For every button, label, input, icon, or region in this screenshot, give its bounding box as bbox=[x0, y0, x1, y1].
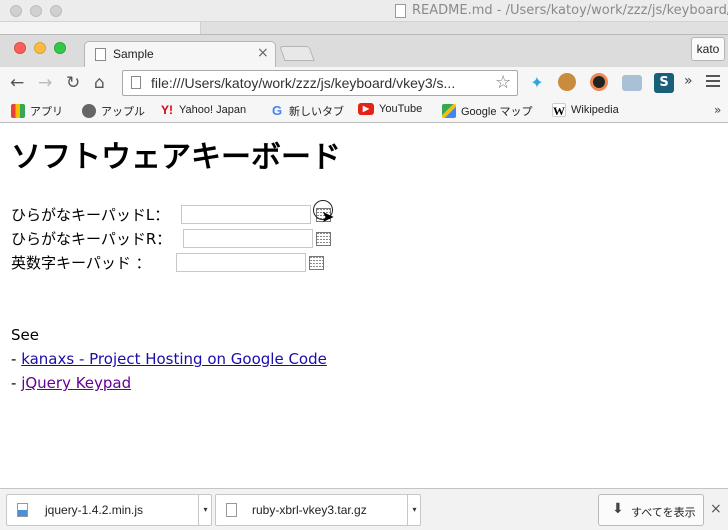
bookmark-youtube[interactable]: ▶ YouTube bbox=[358, 103, 422, 115]
page-heading: ソフトウェアキーボード bbox=[11, 140, 341, 175]
window-controls bbox=[14, 42, 66, 54]
kanaxs-link[interactable]: kanaxs - Project Hosting on Google Code bbox=[21, 350, 327, 368]
download-item-ruby-xbrl[interactable]: ruby-xbrl-vkey3.tar.gz ▾ bbox=[215, 494, 421, 526]
field-label-alphanumeric: 英数字キーパッド ： bbox=[11, 254, 151, 272]
google-icon: G bbox=[271, 103, 283, 118]
bookmark-wikipedia[interactable]: W Wikipedia bbox=[552, 103, 619, 118]
tab-strip: Sample × kato bbox=[0, 35, 728, 67]
see-label: See bbox=[11, 326, 39, 344]
page-content: ソフトウェアキーボード ひらがなキーパッドL： ひらがなキーパッドR： 英数字キ… bbox=[0, 124, 728, 488]
show-all-label: すべてを表示 bbox=[631, 506, 696, 519]
hiragana-r-input[interactable] bbox=[183, 229, 313, 248]
background-minimize-dot bbox=[30, 5, 42, 17]
extensions-overflow-icon[interactable]: » bbox=[684, 73, 693, 89]
s-extension-icon[interactable]: S bbox=[654, 73, 674, 93]
link-row-kanaxs: - kanaxs - Project Hosting on Google Cod… bbox=[11, 350, 327, 368]
twitter-extension-icon[interactable]: ✦ bbox=[527, 73, 547, 93]
back-arrow-icon[interactable]: ← bbox=[10, 73, 24, 93]
browser-toolbar: ← → ↻ ⌂ file:///Users/katoy/work/zzz/js/… bbox=[0, 67, 728, 99]
camera-extension-icon[interactable] bbox=[622, 75, 642, 91]
javascript-file-icon bbox=[17, 503, 28, 517]
background-tab bbox=[200, 22, 728, 34]
keypad-r-icon[interactable] bbox=[316, 232, 331, 246]
bookmark-new-tab[interactable]: G 新しいタブ bbox=[270, 103, 344, 119]
download-options-chevron-icon[interactable]: ▾ bbox=[407, 495, 421, 525]
background-close-dot bbox=[10, 5, 22, 17]
wikipedia-icon: W bbox=[552, 103, 566, 118]
apple-icon bbox=[82, 104, 96, 118]
download-arrow-icon: ⬇ bbox=[612, 501, 624, 517]
address-bar[interactable]: file:///Users/katoy/work/zzz/js/keyboard… bbox=[122, 70, 518, 96]
bookmarks-overflow-icon[interactable]: » bbox=[714, 103, 721, 117]
profile-button[interactable]: kato bbox=[691, 37, 725, 61]
tab-title: Sample bbox=[113, 47, 154, 61]
address-bar-url: file:///Users/katoy/work/zzz/js/keyboard… bbox=[151, 75, 456, 91]
window-zoom-button[interactable] bbox=[54, 42, 66, 54]
tab-sample[interactable]: Sample × bbox=[84, 41, 276, 67]
link-row-jquery-keypad: - jQuery Keypad bbox=[11, 374, 131, 392]
download-shelf: jquery-1.4.2.min.js ▾ ruby-xbrl-vkey3.ta… bbox=[0, 488, 728, 530]
background-window-controls bbox=[10, 5, 62, 17]
download-filename: jquery-1.4.2.min.js bbox=[45, 503, 144, 517]
bookmark-apps[interactable]: アプリ bbox=[11, 103, 63, 119]
new-tab-button[interactable] bbox=[279, 46, 315, 61]
archive-file-icon bbox=[226, 503, 237, 517]
page-favicon-icon bbox=[95, 48, 106, 61]
hiragana-l-input[interactable] bbox=[181, 205, 311, 224]
background-window-title: README.md - /Users/katoy/work/zzz/js/key… bbox=[395, 3, 728, 18]
bookmark-star-icon[interactable]: ☆ bbox=[495, 72, 511, 93]
yahoo-icon: Y! bbox=[161, 103, 173, 117]
download-item-jquery[interactable]: jquery-1.4.2.min.js ▾ bbox=[6, 494, 212, 526]
apps-icon bbox=[11, 104, 25, 118]
jquery-keypad-link[interactable]: jQuery Keypad bbox=[21, 374, 131, 392]
chrome-menu-icon[interactable] bbox=[706, 75, 720, 90]
background-zoom-dot bbox=[50, 5, 62, 17]
background-window-titlebar: README.md - /Users/katoy/work/zzz/js/key… bbox=[0, 0, 728, 22]
google-maps-icon bbox=[442, 104, 456, 118]
background-window-tabstrip bbox=[0, 22, 728, 34]
bookmark-apple[interactable]: アップル bbox=[82, 103, 145, 119]
tab-close-icon[interactable]: × bbox=[257, 45, 269, 61]
close-shelf-icon[interactable]: × bbox=[710, 501, 722, 517]
keypad-alphanumeric-icon[interactable] bbox=[309, 256, 324, 270]
window-minimize-button[interactable] bbox=[34, 42, 46, 54]
bookmarks-bar: アプリ アップル Y! Yahoo! Japan G 新しいタブ ▶ YouTu… bbox=[0, 99, 728, 123]
download-filename: ruby-xbrl-vkey3.tar.gz bbox=[252, 503, 367, 517]
link-prefix: - bbox=[11, 350, 22, 368]
home-icon[interactable]: ⌂ bbox=[94, 73, 105, 93]
color-wheel-extension-icon[interactable] bbox=[590, 73, 608, 91]
window-close-button[interactable] bbox=[14, 42, 26, 54]
field-label-hiragana-r: ひらがなキーパッドR： bbox=[11, 230, 172, 248]
reload-icon[interactable]: ↻ bbox=[66, 73, 80, 93]
field-label-hiragana-l: ひらがなキーパッドL： bbox=[11, 206, 170, 224]
document-icon bbox=[395, 3, 406, 18]
bookmark-google-maps[interactable]: Google マップ bbox=[442, 103, 533, 119]
page-icon bbox=[131, 76, 141, 89]
bookmark-yahoo[interactable]: Y! Yahoo! Japan bbox=[160, 103, 246, 117]
link-prefix: - bbox=[11, 374, 22, 392]
forward-arrow-icon[interactable]: → bbox=[38, 73, 52, 93]
browser-window: Sample × kato ← → ↻ ⌂ file:///Users/kato… bbox=[0, 34, 728, 530]
cookie-extension-icon[interactable] bbox=[558, 73, 576, 91]
alphanumeric-input[interactable] bbox=[176, 253, 306, 272]
youtube-icon: ▶ bbox=[358, 103, 374, 115]
download-options-chevron-icon[interactable]: ▾ bbox=[198, 495, 212, 525]
show-all-downloads-button[interactable]: ⬇ すべてを表示 bbox=[598, 494, 704, 526]
mouse-cursor-icon: ➤ bbox=[321, 207, 335, 226]
